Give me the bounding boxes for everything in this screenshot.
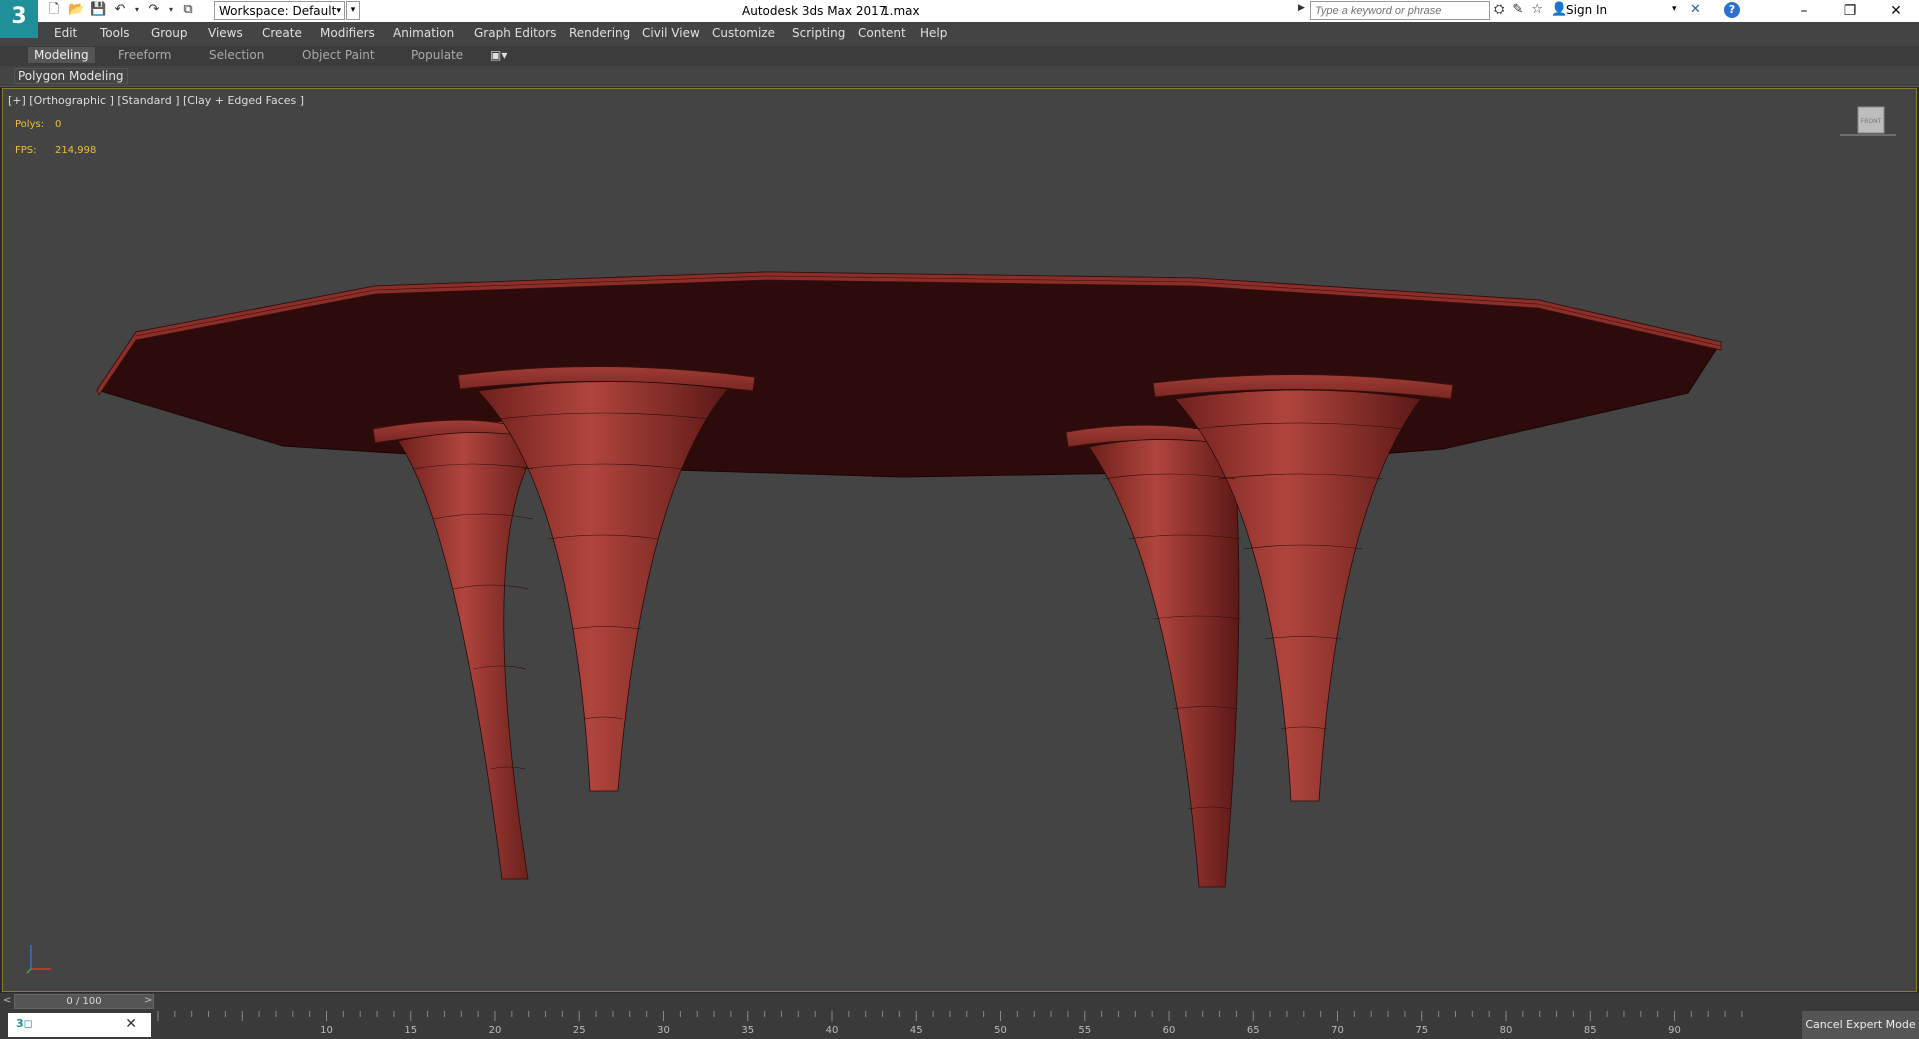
ruler-tick-label: 70: [1331, 1025, 1344, 1036]
track-bar-ruler[interactable]: 101520253035404550556065707580859095100: [152, 1011, 1750, 1039]
chevron-down-icon: ▾: [336, 6, 341, 16]
tabletop-mesh: [96, 271, 1722, 478]
new-file-icon[interactable]: 🗋: [46, 2, 62, 18]
tab-populate[interactable]: Populate: [411, 48, 463, 62]
chevron-down-icon[interactable]: ▾: [1672, 4, 1677, 14]
polys-value: 0: [55, 119, 62, 130]
ruler-tick-label: 55: [1078, 1025, 1091, 1036]
ruler-tick-label: 85: [1584, 1025, 1597, 1036]
window-controls: – ❐ ✕: [1781, 0, 1919, 22]
undo-icon[interactable]: ↶: [112, 2, 128, 18]
subscription-icon[interactable]: ✎: [1512, 2, 1523, 17]
fps-label: FPS:: [15, 145, 37, 156]
polygon-modeling-panel[interactable]: Polygon Modeling: [14, 68, 128, 84]
ruler-tick-label: 15: [404, 1025, 417, 1036]
time-slider[interactable]: 0 / 100: [14, 994, 154, 1009]
save-file-icon[interactable]: 💾: [90, 2, 106, 18]
tab-freeform[interactable]: Freeform: [118, 48, 171, 62]
menu-item-civil-view[interactable]: Civil View: [642, 26, 700, 40]
undo-dropdown-icon[interactable]: ▾: [134, 2, 140, 18]
bottom-bar: 3◻ ✕ 10152025303540455055606570758085909…: [0, 1011, 1919, 1039]
viewport-label-menu[interactable]: [+] [Orthographic ] [Standard ] [Clay + …: [8, 94, 304, 107]
cancel-expert-mode-button[interactable]: Cancel Expert Mode: [1802, 1011, 1919, 1039]
menu-item-tools[interactable]: Tools: [100, 26, 130, 40]
leg-back-left: [372, 419, 544, 880]
ruler-tick-label: 80: [1500, 1025, 1513, 1036]
ruler-tick-label: 90: [1668, 1025, 1681, 1036]
close-icon[interactable]: ✕: [1873, 0, 1919, 22]
open-file-icon[interactable]: 📂: [68, 2, 84, 18]
next-frame-icon[interactable]: >: [144, 995, 152, 1006]
close-icon[interactable]: ✕: [125, 1016, 137, 1032]
viewport-orthographic[interactable]: [+] [Orthographic ] [Standard ] [Clay + …: [2, 88, 1917, 992]
ruler-tick-label: 60: [1163, 1025, 1176, 1036]
title-bar: 3 🗋 📂 💾 ↶ ▾ ↷ ▾ ⧉ Workspace: Default ▾ ▾…: [0, 0, 1919, 38]
time-slider-bar: < 0 / 100 >: [0, 993, 1919, 1011]
binoculars-icon[interactable]: ⛭: [1494, 2, 1504, 17]
ribbon-options-icon[interactable]: ▣▾: [490, 48, 507, 62]
autodesk-exchange-icon[interactable]: ✕: [1690, 2, 1701, 17]
scene-3d-model: [96, 271, 1722, 888]
search-expand-icon[interactable]: ▶: [1298, 3, 1305, 13]
help-icon[interactable]: ?: [1724, 2, 1740, 18]
viewcube-icon[interactable]: FRONT: [1838, 103, 1898, 143]
menu-item-edit[interactable]: Edit: [54, 26, 77, 40]
restore-icon[interactable]: ❐: [1827, 0, 1873, 22]
menu-item-graph-editors[interactable]: Graph Editors: [474, 26, 556, 40]
viewcube-face-label: FRONT: [1861, 118, 1882, 125]
sign-in-link[interactable]: Sign In: [1566, 3, 1607, 17]
menu-item-create[interactable]: Create: [262, 26, 302, 40]
previous-frame-icon[interactable]: <: [3, 995, 11, 1006]
ruler-tick-label: 30: [657, 1025, 670, 1036]
project-folder-icon[interactable]: ⧉: [180, 2, 196, 18]
fps-value: 214,998: [55, 145, 97, 156]
ribbon-panel: Polygon Modeling: [0, 66, 1919, 87]
menu-item-views[interactable]: Views: [208, 26, 243, 40]
ruler-tick-label: 50: [994, 1025, 1007, 1036]
menu-bar: Edit Tools Group Views Create Modifiers …: [0, 22, 1919, 46]
workspace-dropdown[interactable]: Workspace: Default ▾: [214, 1, 345, 20]
ruler-tick-label: 45: [910, 1025, 923, 1036]
menu-item-scripting[interactable]: Scripting: [792, 26, 845, 40]
ruler-tick-label: 75: [1415, 1025, 1428, 1036]
menu-item-customize[interactable]: Customize: [712, 26, 775, 40]
mini-listener[interactable]: 3◻ ✕: [8, 1013, 151, 1037]
ruler-tick-label: 25: [573, 1025, 586, 1036]
ruler-tick-label: 20: [489, 1025, 502, 1036]
menu-item-modifiers[interactable]: Modifiers: [320, 26, 375, 40]
fps-stat: FPS: 214,998: [15, 145, 96, 156]
file-name: 1.max: [882, 4, 920, 18]
tab-object-paint[interactable]: Object Paint: [302, 48, 375, 62]
menu-item-content[interactable]: Content: [858, 26, 906, 40]
user-icon[interactable]: 👤: [1551, 2, 1567, 17]
tab-modeling[interactable]: Modeling: [28, 47, 95, 63]
redo-dropdown-icon[interactable]: ▾: [168, 2, 174, 18]
polys-label: Polys:: [15, 119, 45, 130]
menu-item-rendering[interactable]: Rendering: [569, 26, 630, 40]
ribbon-tabs: Modeling Freeform Selection Object Paint…: [0, 46, 1919, 66]
polys-stat: Polys: 0: [15, 119, 61, 130]
ruler-tick-label: 40: [826, 1025, 839, 1036]
axis-tripod-icon: [26, 945, 51, 974]
ruler-tick-label: 65: [1247, 1025, 1260, 1036]
search-input[interactable]: [1310, 1, 1490, 20]
workspace-label: Workspace: Default: [219, 4, 337, 18]
ruler-tick-label: 10: [320, 1025, 333, 1036]
info-center-icons: ⛭ ✎ ☆ 👤: [1494, 2, 1567, 17]
maxscript-icon[interactable]: 3◻: [16, 1017, 33, 1030]
menu-item-group[interactable]: Group: [151, 26, 188, 40]
app-logo-icon[interactable]: 3: [0, 0, 38, 38]
minimize-icon[interactable]: –: [1781, 0, 1827, 22]
window-title: Autodesk 3ds Max 2017: [742, 4, 887, 18]
workspace-options-icon[interactable]: ▾: [346, 1, 360, 20]
ruler-tick-label: 35: [741, 1025, 754, 1036]
tab-selection[interactable]: Selection: [209, 48, 264, 62]
favorites-star-icon[interactable]: ☆: [1531, 2, 1543, 17]
leg-back-right: [1065, 424, 1240, 888]
menu-item-help[interactable]: Help: [920, 26, 947, 40]
menu-item-animation[interactable]: Animation: [393, 26, 454, 40]
quick-access-toolbar: 🗋 📂 💾 ↶ ▾ ↷ ▾ ⧉: [46, 2, 196, 18]
redo-icon[interactable]: ↷: [146, 2, 162, 18]
